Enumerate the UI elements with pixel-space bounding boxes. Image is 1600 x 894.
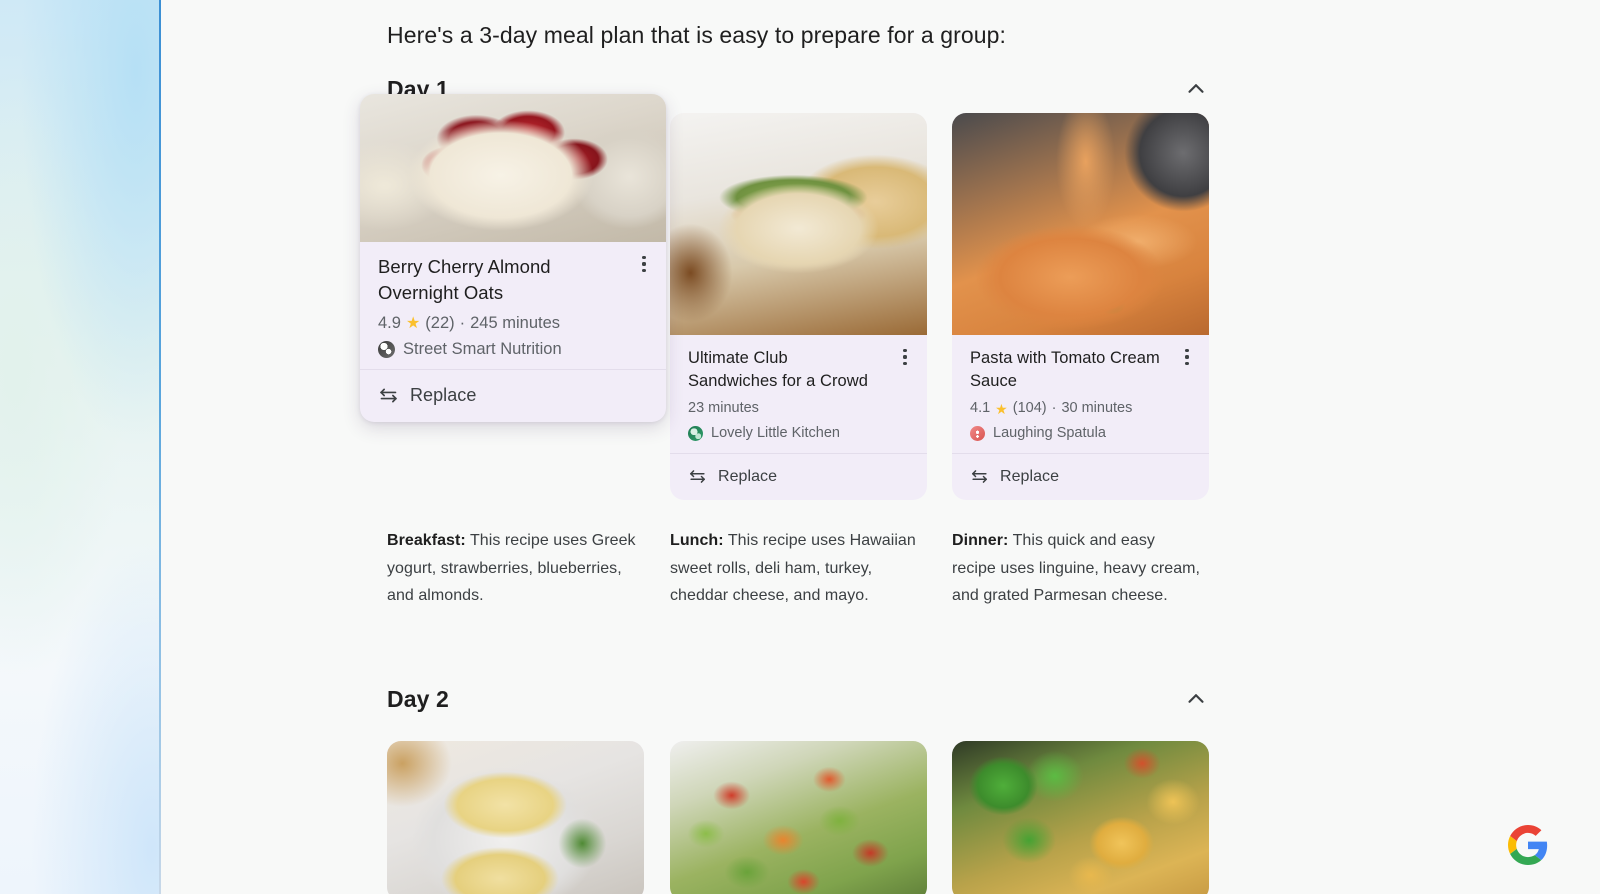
- recipe-card[interactable]: Berry Cherry Almond Overnight Oats 4.9 ★…: [360, 94, 666, 422]
- recipe-card[interactable]: Pasta with Tomato Cream Sauce 4.1 ★ (104…: [952, 113, 1209, 500]
- recipe-title: Berry Cherry Almond Overnight Oats: [378, 256, 551, 303]
- recipe-title: Pasta with Tomato Cream Sauce: [970, 349, 1160, 390]
- recipe-image-chopped-salad: [670, 741, 927, 894]
- recipe-meta: 4.9 ★ (22) · 245 minutes: [378, 314, 652, 333]
- star-icon: ★: [995, 400, 1008, 417]
- meta-separator: ·: [459, 314, 466, 332]
- recipe-title: Ultimate Club Sandwiches for a Crowd: [688, 349, 868, 390]
- meal-label: Lunch:: [670, 532, 724, 549]
- recipe-source: Laughing Spatula: [970, 424, 1195, 443]
- recipe-time: 30 minutes: [1061, 400, 1133, 416]
- recipe-card-body: Ultimate Club Sandwiches for a Crowd 23 …: [670, 335, 927, 453]
- recipe-card[interactable]: Ultimate Club Sandwiches for a Crowd 23 …: [670, 113, 927, 500]
- meal-label: Dinner:: [952, 532, 1009, 549]
- recipe-rating: 4.9: [378, 314, 401, 332]
- google-g-logo: [1508, 825, 1548, 865]
- source-name: Laughing Spatula: [993, 425, 1106, 441]
- recipe-card[interactable]: [670, 741, 927, 894]
- recipe-card-body: Berry Cherry Almond Overnight Oats 4.9 ★…: [360, 242, 666, 369]
- recipe-image-club-sandwich: [670, 113, 927, 335]
- recipe-review-count: (104): [1012, 400, 1047, 416]
- recipe-card-body: Pasta with Tomato Cream Sauce 4.1 ★ (104…: [952, 335, 1209, 453]
- swap-arrows-icon: [380, 388, 397, 403]
- meal-description-dinner: Dinner: This quick and easy recipe uses …: [952, 527, 1202, 610]
- meal-description-lunch: Lunch: This recipe uses Hawaiian sweet r…: [670, 527, 920, 610]
- meal-label: Breakfast:: [387, 532, 466, 549]
- source-name: Street Smart Nutrition: [403, 340, 562, 358]
- recipe-card[interactable]: [387, 741, 644, 894]
- recipe-image-tomato-cream-pasta: [952, 113, 1209, 335]
- recipe-review-count: (22): [425, 314, 455, 332]
- recipe-meta: 23 minutes: [688, 399, 913, 418]
- more-options-icon[interactable]: [1177, 347, 1197, 367]
- meal-description-breakfast: Breakfast: This recipe uses Greek yogurt…: [387, 527, 639, 610]
- replace-button[interactable]: Replace: [360, 370, 666, 422]
- recipe-time: 245 minutes: [470, 314, 561, 332]
- day-title-2: Day 2: [387, 685, 449, 712]
- chevron-up-icon[interactable]: [1183, 76, 1209, 102]
- day-section-header-2[interactable]: Day 2: [387, 682, 1209, 716]
- chevron-up-icon[interactable]: [1183, 686, 1209, 712]
- recipe-image-overnight-oats: [360, 94, 666, 242]
- star-icon: ★: [405, 314, 421, 332]
- conversation-pane: Here's a 3-day meal plan that is easy to…: [161, 0, 1600, 894]
- more-options-icon[interactable]: [634, 254, 654, 274]
- left-gradient-panel: [0, 0, 160, 894]
- intro-text: Here's a 3-day meal plan that is easy to…: [387, 22, 1007, 48]
- source-name: Lovely Little Kitchen: [711, 425, 840, 441]
- recipe-image-scrambled-egg-toast: [387, 741, 644, 894]
- recipe-image-vegetable-stir-fry: [952, 741, 1209, 894]
- recipe-time: 23 minutes: [688, 400, 759, 416]
- recipe-source: Lovely Little Kitchen: [688, 424, 913, 443]
- recipe-rating: 4.1: [970, 400, 991, 416]
- source-favicon-icon: [378, 341, 395, 358]
- meta-separator: ·: [1051, 400, 1057, 416]
- more-options-icon[interactable]: [895, 347, 915, 367]
- replace-label: Replace: [410, 385, 477, 405]
- swap-arrows-icon: [690, 470, 705, 483]
- replace-label: Replace: [1000, 467, 1060, 485]
- source-favicon-icon: [688, 426, 703, 441]
- recipe-card[interactable]: [952, 741, 1209, 894]
- replace-button[interactable]: Replace: [670, 454, 927, 500]
- replace-button[interactable]: Replace: [952, 454, 1209, 500]
- source-favicon-icon: [970, 426, 985, 441]
- replace-label: Replace: [718, 467, 778, 485]
- swap-arrows-icon: [972, 470, 987, 483]
- recipe-meta: 4.1 ★ (104) · 30 minutes: [970, 399, 1195, 418]
- recipe-source: Street Smart Nutrition: [378, 340, 652, 359]
